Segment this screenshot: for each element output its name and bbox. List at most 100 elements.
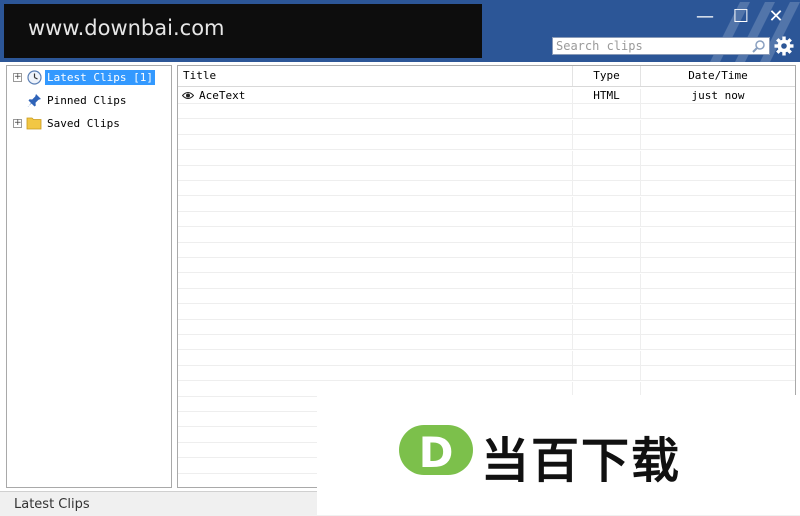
expand-toggle[interactable]: + — [13, 118, 22, 128]
empty-cell — [641, 166, 795, 180]
empty-cell — [178, 320, 573, 334]
empty-cell — [641, 243, 795, 257]
empty-table-row — [178, 135, 795, 151]
eye-icon — [181, 92, 195, 99]
datetime-cell: just now — [691, 89, 745, 102]
tree-item-label: Saved Clips — [47, 116, 120, 130]
status-text: Latest Clips — [14, 497, 90, 512]
empty-cell — [641, 258, 795, 272]
empty-cell — [178, 304, 573, 319]
empty-cell — [641, 104, 795, 118]
empty-cell — [573, 320, 641, 334]
empty-table-row — [178, 166, 795, 181]
title-bar: www.downbai.com — ☐ ✕ — [0, 0, 800, 62]
empty-table-row — [178, 273, 795, 289]
empty-table-row — [178, 150, 795, 166]
title-text: AceText — [199, 89, 246, 102]
empty-cell — [573, 304, 641, 319]
settings-gear-icon[interactable] — [774, 36, 794, 56]
empty-cell — [178, 135, 573, 150]
search-input[interactable] — [556, 38, 746, 54]
empty-table-row — [178, 227, 795, 243]
empty-cell — [573, 196, 641, 211]
empty-cell — [641, 151, 795, 165]
empty-cell — [178, 166, 573, 180]
empty-cell — [573, 150, 641, 165]
search-box[interactable] — [552, 37, 770, 55]
empty-cell — [573, 273, 641, 288]
maximize-button[interactable]: ☐ — [728, 6, 754, 30]
logo-mark-letter: D — [419, 428, 454, 477]
empty-cell — [178, 258, 573, 273]
empty-cell — [573, 289, 641, 304]
clip-tree-panel: + Latest Clips [1] Pinned Clips + Saved … — [6, 65, 172, 488]
empty-table-row — [178, 304, 795, 320]
empty-cell — [178, 150, 573, 165]
table-header: Title Type Date/Time — [178, 66, 795, 87]
empty-cell — [641, 382, 795, 396]
logo-mark: D — [399, 425, 473, 477]
empty-cell — [641, 120, 795, 134]
empty-cell — [641, 212, 795, 226]
empty-cell — [573, 381, 641, 396]
expand-toggle[interactable]: + — [13, 72, 22, 82]
empty-cell — [573, 243, 641, 257]
empty-cell — [641, 351, 795, 365]
empty-table-row — [178, 366, 795, 382]
empty-cell — [178, 366, 573, 381]
empty-cell — [573, 366, 641, 381]
tree-item-label: Latest Clips [1] — [45, 69, 155, 85]
empty-cell — [178, 119, 573, 134]
empty-table-row — [178, 104, 795, 120]
column-header-datetime[interactable]: Date/Time — [641, 66, 795, 86]
empty-cell — [641, 335, 795, 349]
empty-cell — [641, 289, 795, 303]
empty-cell — [573, 350, 641, 365]
tree-item-pinned-clips[interactable]: Pinned Clips — [13, 90, 128, 110]
search-icon[interactable] — [752, 39, 766, 53]
minimize-button[interactable]: — — [692, 6, 718, 30]
empty-cell — [573, 212, 641, 227]
empty-cell — [178, 104, 573, 119]
close-button[interactable]: ✕ — [763, 6, 789, 30]
empty-cell — [178, 350, 573, 365]
empty-cell — [641, 135, 795, 149]
empty-table-row — [178, 289, 795, 305]
clock-icon — [26, 69, 42, 85]
empty-table-row — [178, 119, 795, 135]
logo-text: 当百下载 — [481, 433, 682, 489]
empty-cell — [573, 335, 641, 350]
empty-cell — [178, 243, 573, 257]
empty-table-row — [178, 181, 795, 197]
empty-cell — [178, 289, 573, 304]
empty-cell — [178, 196, 573, 211]
empty-cell — [641, 305, 795, 319]
column-header-title[interactable]: Title — [178, 66, 573, 86]
empty-cell — [573, 258, 641, 273]
empty-table-row — [178, 335, 795, 351]
column-header-type[interactable]: Type — [573, 66, 641, 86]
tree-item-saved-clips[interactable]: + Saved Clips — [13, 113, 122, 133]
title-cell: AceText — [178, 89, 573, 103]
empty-cell — [641, 181, 795, 195]
empty-cell — [641, 366, 795, 380]
empty-cell — [641, 197, 795, 211]
empty-table-row — [178, 212, 795, 228]
empty-table-row — [178, 196, 795, 212]
empty-cell — [573, 181, 641, 196]
empty-cell — [178, 181, 573, 196]
empty-table-row — [178, 320, 795, 335]
empty-cell — [573, 119, 641, 134]
folder-icon — [26, 115, 42, 131]
empty-cell — [573, 104, 641, 119]
table-row[interactable]: AceText HTML just now — [178, 89, 795, 104]
empty-cell — [641, 320, 795, 334]
tree-item-label: Pinned Clips — [47, 93, 127, 107]
watermark-banner: www.downbai.com — [4, 4, 482, 58]
tree-item-latest-clips[interactable]: + Latest Clips [1] — [13, 67, 155, 87]
empty-cell — [178, 273, 573, 288]
empty-cell — [178, 212, 573, 227]
empty-cell — [573, 135, 641, 150]
empty-cell — [573, 227, 641, 242]
empty-table-row — [178, 243, 795, 258]
